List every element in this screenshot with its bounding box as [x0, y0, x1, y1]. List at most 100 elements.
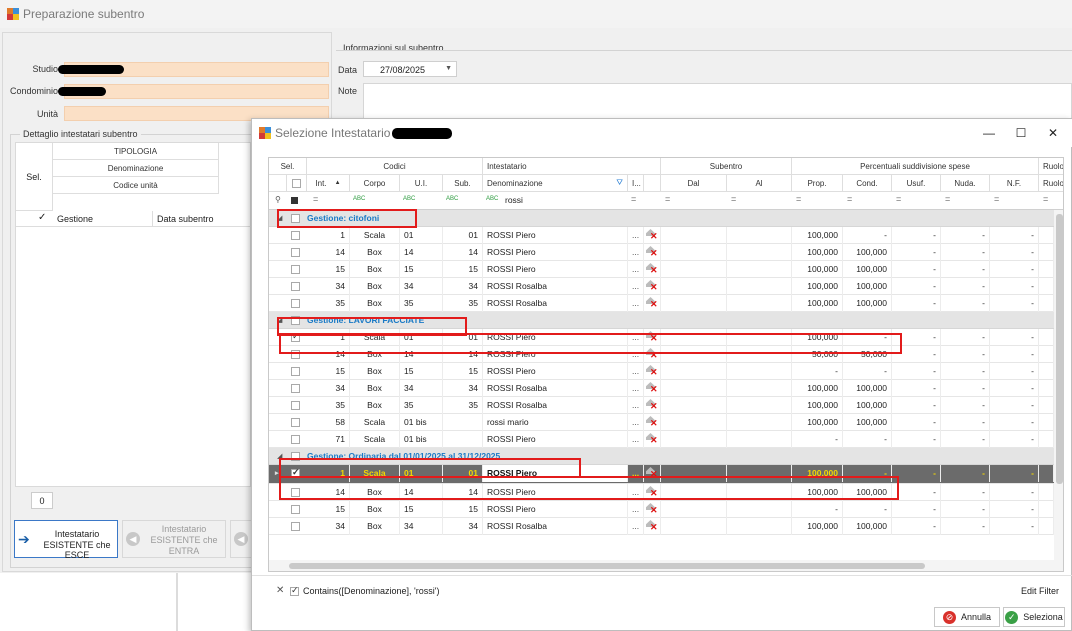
table-row[interactable]: 35 Box 35 35 ROSSI Rosalba... ✕ 100,000 100,000…: [269, 397, 1063, 414]
table-row[interactable]: 34 Box 34 34 ROSSI Rosalba... ✕ 100,000 100,000…: [269, 380, 1063, 397]
remove-owner-icon[interactable]: ✕: [645, 365, 658, 377]
cell-ellipsis[interactable]: ...: [628, 380, 644, 397]
table-row[interactable]: 15 Box 15 15 ROSSI Piero... ✕ - - - - -: [269, 363, 1063, 380]
filter-prop[interactable]: =: [796, 194, 801, 204]
col-ui[interactable]: U.I.: [400, 175, 443, 192]
ellipsis-button[interactable]: ...: [632, 366, 639, 376]
row-checkbox[interactable]: [291, 282, 300, 291]
col-i[interactable]: I...: [628, 175, 644, 192]
remove-owner-icon[interactable]: ✕: [645, 297, 658, 309]
table-row[interactable]: 1Scala0101ROSSI Piero...✕100,000----: [269, 227, 1063, 244]
remove-owner-icon[interactable]: ✕: [645, 280, 658, 292]
cell-ellipsis[interactable]: ...: [628, 261, 644, 278]
filter-check-icon[interactable]: [291, 197, 298, 204]
cell-ellipsis[interactable]: ...: [628, 244, 644, 261]
cell-delete[interactable]: ✕: [644, 518, 661, 535]
cell-ellipsis[interactable]: ...: [628, 363, 644, 380]
remove-owner-icon[interactable]: ✕: [645, 433, 658, 445]
edit-filter-link[interactable]: Edit Filter: [1021, 586, 1059, 596]
filter-i[interactable]: =: [631, 194, 636, 204]
row-checkbox[interactable]: [291, 231, 300, 240]
filter-expression[interactable]: Contains([Denominazione], 'rossi'): [303, 586, 440, 596]
remove-owner-icon[interactable]: ✕: [645, 229, 658, 241]
table-row[interactable]: 15 Box 15 15 ROSSI Piero... ✕ - - - - -: [269, 501, 1063, 518]
table-row[interactable]: 14 Box 14 14 ROSSI Piero... ✕ 100,000 100,000- -…: [269, 244, 1063, 261]
cell-delete[interactable]: ✕: [644, 227, 661, 244]
cell-ellipsis[interactable]: ...: [628, 501, 644, 518]
col-nf[interactable]: N.F.: [990, 175, 1039, 192]
col-prop[interactable]: Prop.: [792, 175, 843, 192]
col-cond[interactable]: Cond.: [843, 175, 892, 192]
table-row[interactable]: 71 Scala 01 bis ROSSI Piero... ✕ - - - - -: [269, 431, 1063, 448]
clear-filter-icon[interactable]: ✕: [276, 585, 284, 596]
minimize-button[interactable]: —: [973, 126, 1005, 140]
table-row[interactable]: 15 Box 15 15 ROSSI Piero... ✕ 100,000 100,000- -…: [269, 261, 1063, 278]
seleziona-button[interactable]: ✓ Seleziona: [1003, 607, 1065, 627]
col-int[interactable]: Int. ▲: [307, 175, 350, 192]
filter-nuda[interactable]: =: [945, 194, 950, 204]
cell-delete[interactable]: ✕: [644, 278, 661, 295]
col-al[interactable]: Al: [727, 175, 792, 192]
annulla-button[interactable]: ⊘ Annulla: [934, 607, 1000, 627]
remove-owner-icon[interactable]: ✕: [645, 416, 658, 428]
cell-delete[interactable]: ✕: [644, 397, 661, 414]
row-checkbox[interactable]: [291, 367, 300, 376]
col-corpo[interactable]: Corpo: [350, 175, 400, 192]
chevron-down-icon[interactable]: ▼: [445, 65, 452, 72]
close-button[interactable]: ✕: [1037, 126, 1069, 140]
data-datepicker[interactable]: 27/08/2025 ▼: [363, 61, 457, 77]
col-dal[interactable]: Dal: [661, 175, 727, 192]
vscroll-thumb[interactable]: [1056, 214, 1063, 484]
ellipsis-button[interactable]: ...: [632, 281, 639, 291]
col-sub[interactable]: Sub.: [443, 175, 483, 192]
maximize-button[interactable]: ☐: [1005, 126, 1037, 140]
vertical-scrollbar[interactable]: [1054, 210, 1063, 560]
remove-owner-icon[interactable]: ✕: [645, 399, 658, 411]
ellipsis-button[interactable]: ...: [632, 400, 639, 410]
dettaglio-grid[interactable]: Sel. TIPOLOGIA Denominazione Codice unit…: [15, 142, 252, 487]
cell-delete[interactable]: ✕: [644, 431, 661, 448]
horizontal-scrollbar[interactable]: [269, 560, 1063, 571]
ellipsis-button[interactable]: ...: [632, 383, 639, 393]
filter-icon[interactable]: ⛛: [616, 178, 623, 188]
ellipsis-button[interactable]: ...: [632, 417, 639, 427]
col-denominazione[interactable]: Denominazione ⛛: [483, 175, 628, 192]
filter-cond[interactable]: =: [847, 194, 852, 204]
cell-ellipsis[interactable]: ...: [628, 518, 644, 535]
ellipsis-button[interactable]: ...: [632, 434, 639, 444]
denominazione-filter-input[interactable]: rossi: [505, 195, 523, 205]
filter-corpo-icon[interactable]: ABC: [353, 196, 365, 202]
cell-ellipsis[interactable]: ...: [628, 227, 644, 244]
col-ruolo[interactable]: Ruolo: [1039, 175, 1063, 192]
ellipsis-button[interactable]: ...: [632, 247, 639, 257]
entra-button[interactable]: ◀ Intestatario ESISTENTE che ENTRA: [122, 520, 226, 558]
note-textarea[interactable]: [363, 83, 1072, 119]
filter-den-icon[interactable]: ABC: [486, 196, 498, 202]
cell-delete[interactable]: ✕: [644, 244, 661, 261]
more-button[interactable]: ◀: [230, 520, 252, 558]
hscroll-thumb[interactable]: [289, 563, 925, 569]
filter-al[interactable]: =: [731, 194, 736, 204]
cell-delete[interactable]: ✕: [644, 414, 661, 431]
row-checkbox[interactable]: [291, 384, 300, 393]
row-checkbox[interactable]: [291, 401, 300, 410]
cell-delete[interactable]: ✕: [644, 380, 661, 397]
cell-ellipsis[interactable]: ...: [628, 414, 644, 431]
filter-enabled-checkbox[interactable]: [290, 585, 299, 596]
filter-int[interactable]: =: [313, 194, 318, 204]
row-checkbox[interactable]: [291, 435, 300, 444]
cell-delete[interactable]: ✕: [644, 295, 661, 312]
cell-ellipsis[interactable]: ...: [628, 431, 644, 448]
cell-ellipsis[interactable]: ...: [628, 278, 644, 295]
row-checkbox[interactable]: [291, 299, 300, 308]
filter-nf[interactable]: =: [994, 194, 999, 204]
row-checkbox[interactable]: [291, 248, 300, 257]
ellipsis-button[interactable]: ...: [632, 521, 639, 531]
cell-ellipsis[interactable]: ...: [628, 295, 644, 312]
cell-delete[interactable]: ✕: [644, 261, 661, 278]
table-row[interactable]: 35 Box 35 35 ROSSI Rosalba... ✕ 100,000 100,000…: [269, 295, 1063, 312]
ellipsis-button[interactable]: ...: [632, 264, 639, 274]
filter-ui-icon[interactable]: ABC: [403, 196, 415, 202]
ellipsis-button[interactable]: ...: [632, 298, 639, 308]
esce-button[interactable]: ➔ Intestatario ESISTENTE che ESCE: [14, 520, 118, 560]
